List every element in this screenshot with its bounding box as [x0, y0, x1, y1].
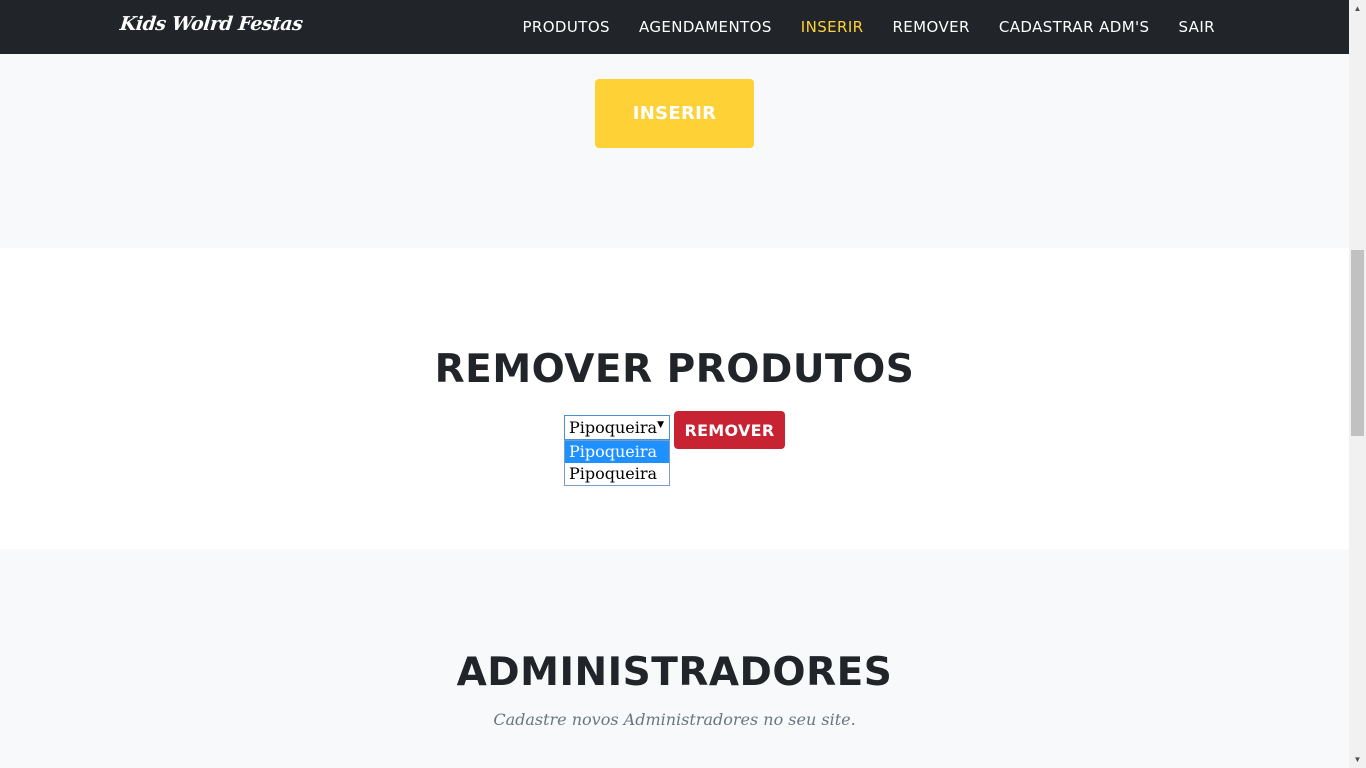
administrators-heading: ADMINISTRADORES: [456, 650, 893, 695]
nav-item-agendamentos[interactable]: AGENDAMENTOS: [639, 18, 772, 36]
product-select-dropdown: Pipoqueira Pipoqueira: [564, 440, 670, 486]
remover-button[interactable]: REMOVER: [674, 411, 785, 449]
product-option[interactable]: Pipoqueira: [565, 463, 669, 485]
remove-products-heading: REMOVER PRODUTOS: [434, 347, 915, 392]
page-scrollbar[interactable]: ▲ ▼: [1349, 0, 1366, 768]
brand-logo[interactable]: Kids Wolrd Festas: [119, 13, 304, 35]
scroll-up-arrow-icon[interactable]: ▲: [1349, 0, 1366, 17]
scroll-down-arrow-icon[interactable]: ▼: [1349, 751, 1366, 768]
remove-products-section: REMOVER PRODUTOS Pipoqueira ▼ Pipoqueira…: [0, 248, 1349, 549]
product-select[interactable]: Pipoqueira ▼: [564, 415, 670, 440]
nav-item-remover[interactable]: REMOVER: [892, 18, 969, 36]
top-navbar: Kids Wolrd Festas PRODUTOS AGENDAMENTOS …: [0, 0, 1349, 54]
nav-item-inserir[interactable]: INSERIR: [801, 18, 864, 36]
insert-section: INSERIR: [0, 54, 1349, 248]
scrollbar-thumb[interactable]: [1351, 250, 1364, 436]
product-select-value: Pipoqueira: [569, 418, 658, 437]
inserir-button[interactable]: INSERIR: [595, 79, 754, 148]
product-option[interactable]: Pipoqueira: [565, 441, 669, 463]
nav-item-produtos[interactable]: PRODUTOS: [522, 18, 610, 36]
administrators-section: ADMINISTRADORES Cadastre novos Administr…: [0, 549, 1349, 768]
nav-item-sair[interactable]: SAIR: [1178, 18, 1215, 36]
nav-menu: PRODUTOS AGENDAMENTOS INSERIR REMOVER CA…: [493, 0, 1215, 54]
administrators-subtitle: Cadastre novos Administradores no seu si…: [493, 710, 856, 729]
nav-item-cadastrar-adms[interactable]: CADASTRAR ADM'S: [999, 18, 1150, 36]
caret-down-icon: ▼: [657, 420, 664, 430]
